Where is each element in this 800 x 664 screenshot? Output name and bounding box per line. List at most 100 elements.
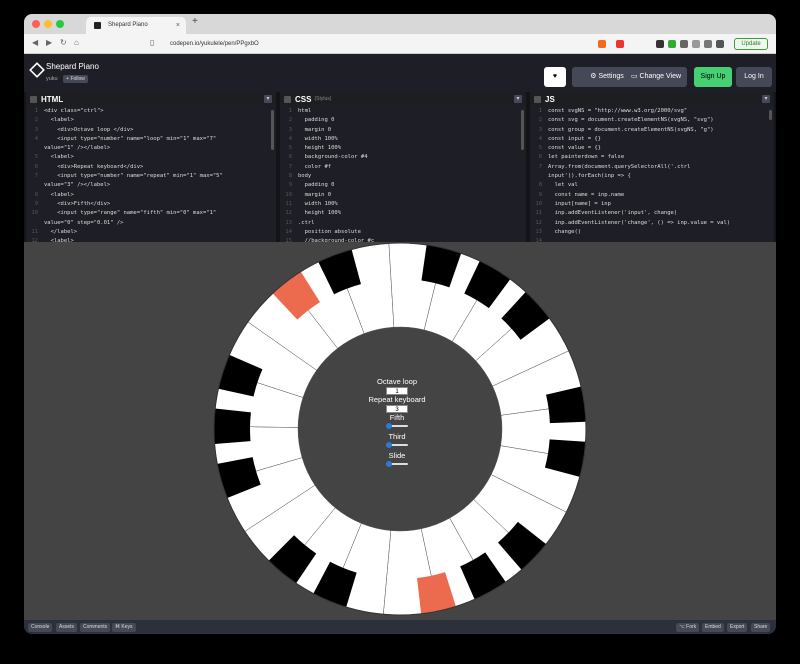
tab-title: Shepard Piano	[108, 22, 148, 28]
gear-icon[interactable]	[284, 95, 291, 103]
code-text: input[name] = inp	[548, 200, 611, 207]
code-line: 11 inp.addEventListener('input', change)	[530, 210, 774, 219]
code-line: value="0" step="0.01" />	[26, 220, 276, 229]
code-text: <div>Octave loop </div>	[44, 126, 134, 133]
update-button[interactable]: Update	[734, 38, 768, 50]
reload-icon[interactable]: ↻	[60, 38, 67, 47]
code-line: 12 inp.addEventListener('change', () => …	[530, 220, 774, 229]
chevron-down-icon[interactable]: ▾	[514, 95, 522, 103]
code-line: 11 </label>	[26, 229, 276, 238]
line-number: 3	[288, 126, 292, 133]
comments-button[interactable]: Comments	[80, 623, 111, 632]
line-number: 8	[288, 173, 292, 180]
code-text: change()	[548, 228, 582, 235]
line-number: 6	[34, 163, 38, 170]
line-number: 9	[34, 200, 38, 207]
line-number: 1	[538, 108, 542, 114]
scrollbar[interactable]	[271, 110, 274, 150]
code-line: 5 <label>	[26, 154, 276, 163]
forward-icon[interactable]: ▶	[46, 38, 52, 47]
code-line: 4 width 100%	[280, 136, 526, 145]
third-slider[interactable]	[386, 441, 408, 449]
scrollbar[interactable]	[521, 110, 524, 150]
code-line: 4 const input = {}	[530, 136, 774, 145]
heart-button[interactable]: ♥	[544, 67, 566, 87]
gear-icon[interactable]	[30, 95, 37, 103]
console-button[interactable]: Console	[28, 623, 53, 632]
embed-button[interactable]: Embed	[702, 623, 724, 632]
slide-slider[interactable]	[386, 460, 408, 468]
author-name[interactable]: yuku	[46, 76, 58, 82]
slider-thumb[interactable]	[386, 442, 392, 448]
assets-button[interactable]: Assets	[56, 623, 78, 632]
keys-button[interactable]: ⌘ Keys	[112, 623, 136, 632]
code-text: margin 0	[298, 191, 332, 198]
url-field[interactable]: codepen.io/yukulele/pen/PPgxbO	[160, 37, 600, 51]
extension-icon[interactable]	[616, 40, 624, 48]
share-button[interactable]: Share	[751, 623, 771, 632]
code-text: <label>	[44, 191, 74, 198]
octave-loop-input[interactable]: 1	[386, 387, 408, 395]
extension-icon[interactable]	[680, 40, 688, 48]
js-code-area[interactable]: 1 const svgNS = "http://www.w3.org/2000/s…	[530, 106, 774, 242]
line-number: 3	[34, 126, 38, 133]
bookmark-icon[interactable]: ▯	[150, 38, 154, 47]
code-line: 8 let val	[530, 182, 774, 191]
code-line: 3 <div>Octave loop </div>	[26, 127, 276, 136]
repeat-keyboard-input[interactable]: 3	[386, 405, 408, 413]
line-number: 2	[538, 117, 542, 124]
code-text: <label>	[44, 117, 74, 124]
code-line: 12 height 100%	[280, 210, 526, 219]
tab-close-icon[interactable]: ×	[176, 17, 180, 34]
fork-button[interactable]: ⌥ Fork	[676, 623, 700, 632]
slider-thumb[interactable]	[386, 461, 392, 467]
browser-tab[interactable]: Shepard Piano ×	[86, 17, 186, 34]
change-view-button[interactable]: ▭ Change View	[625, 67, 687, 87]
code-line: 7 color #f	[280, 164, 526, 173]
fifth-slider[interactable]	[386, 422, 408, 430]
scrollbar[interactable]	[769, 110, 772, 120]
export-button[interactable]: Export	[727, 623, 748, 632]
maximize-window-icon[interactable]	[56, 20, 64, 28]
css-code-area[interactable]: 1 html 2 padding 03 margin 04 width 100% 5 …	[280, 106, 526, 242]
code-text: const input = {}	[548, 135, 601, 142]
slider-thumb[interactable]	[386, 423, 392, 429]
chevron-down-icon[interactable]: ▾	[762, 95, 770, 103]
home-icon[interactable]: ⌂	[74, 38, 79, 47]
html-code-area[interactable]: 1 <div class="ctrl"> 2 <label> 3 <div>Octav…	[26, 106, 276, 242]
code-text: width 100%	[298, 200, 338, 207]
line-number: 5	[288, 145, 292, 152]
extension-icon[interactable]	[704, 40, 712, 48]
black-key[interactable]	[214, 408, 251, 445]
code-line: value="1" /></label>	[26, 145, 276, 154]
chevron-down-icon[interactable]: ▾	[264, 95, 272, 103]
code-line: 13 .ctrl	[280, 220, 526, 229]
code-line: 9 const name = inp.name	[530, 192, 774, 201]
gear-icon[interactable]	[534, 95, 541, 103]
code-text: <div class="ctrl">	[44, 108, 104, 114]
heart-icon: ♥	[552, 73, 558, 80]
line-number: 1	[288, 108, 292, 114]
code-text: <div>Repeat keyboard</div>	[44, 163, 144, 170]
code-text: <label>	[44, 154, 74, 161]
change-view-label: Change View	[639, 73, 682, 80]
code-text: width 100%	[298, 135, 338, 142]
code-line: 10 margin 0	[280, 192, 526, 201]
back-icon[interactable]: ◀	[32, 38, 38, 47]
minimize-window-icon[interactable]	[44, 20, 52, 28]
line-number: 7	[288, 163, 292, 170]
new-tab-button[interactable]: +	[192, 16, 198, 27]
login-button[interactable]: Log In	[736, 67, 772, 87]
line-number: 14	[285, 228, 292, 235]
line-number: 5	[538, 145, 542, 152]
extension-icon[interactable]	[692, 40, 700, 48]
extension-icon[interactable]	[656, 40, 664, 48]
codepen-logo-icon[interactable]	[29, 62, 45, 78]
brave-shield-icon[interactable]	[598, 40, 606, 48]
extension-icon[interactable]	[716, 40, 724, 48]
extension-icon[interactable]	[668, 40, 676, 48]
close-window-icon[interactable]	[32, 20, 40, 28]
code-text: height 100%	[298, 210, 342, 217]
follow-button[interactable]: + Follow	[63, 75, 88, 83]
signup-button[interactable]: Sign Up	[694, 67, 732, 87]
